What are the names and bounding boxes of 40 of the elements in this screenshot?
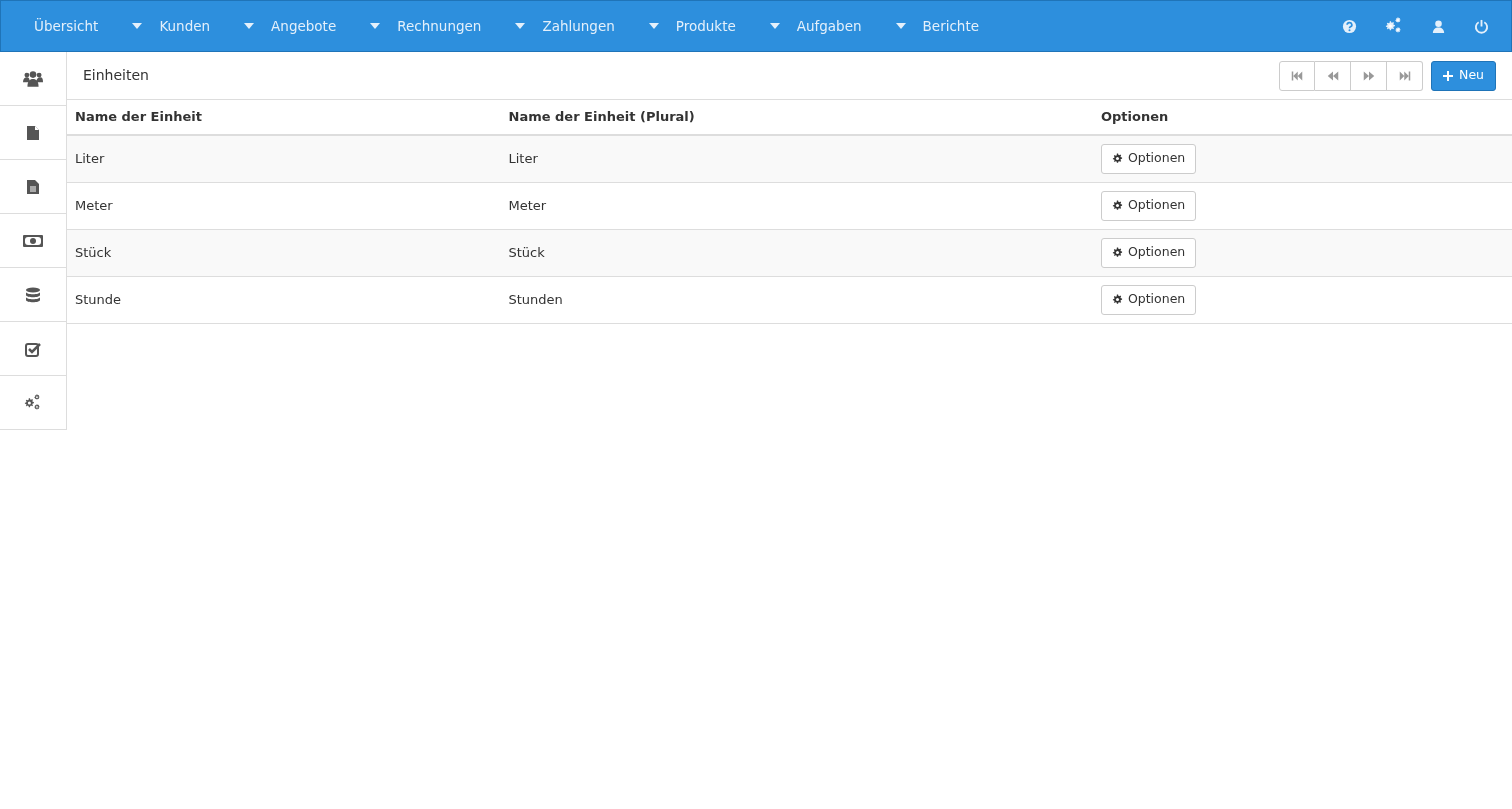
table-cell: Liter [500, 135, 1093, 182]
table-cell: Stunden [500, 276, 1093, 323]
table-cell: Stück [67, 229, 501, 276]
user-icon[interactable] [1431, 18, 1446, 34]
page-title: Einheiten [83, 66, 149, 85]
gear-icon [1111, 200, 1123, 211]
database-icon[interactable] [25, 286, 41, 303]
options-button[interactable]: Optionen [1100, 237, 1197, 268]
gear-icon [1111, 153, 1123, 165]
options-button[interactable]: Optionen [1100, 284, 1197, 315]
last-page-icon [1398, 69, 1411, 82]
nav-menu-link[interactable]: Rechnungen [353, 15, 499, 37]
nav-menu-link[interactable]: Kunden [115, 15, 228, 37]
file-icon[interactable] [25, 124, 41, 141]
next-page-icon [1362, 69, 1375, 82]
help-icon[interactable] [1342, 18, 1357, 34]
power-icon[interactable] [1474, 18, 1489, 34]
table-cell: Meter [500, 182, 1093, 229]
table-cell: Stunde [67, 276, 501, 323]
checkbox-icon[interactable] [25, 340, 41, 357]
first-page-icon [1291, 69, 1304, 82]
nav-menu-link[interactable]: Zahlungen [498, 15, 632, 37]
users-icon[interactable] [23, 68, 43, 89]
nav-menu-link[interactable]: Übersicht [17, 15, 116, 37]
nav-menu-link[interactable]: Aufgaben [752, 15, 879, 37]
nav-menu-link[interactable]: Produkte [631, 15, 753, 37]
previous-page-icon [1326, 69, 1339, 82]
nav-menu-link[interactable]: Berichte [878, 15, 996, 37]
gear-icon [1111, 247, 1123, 258]
settings-icon[interactable] [1385, 17, 1403, 35]
table-cell: Liter [67, 135, 501, 182]
nav-menu-link[interactable]: Angebote [227, 15, 354, 37]
table-cell: Stück [500, 229, 1093, 276]
table-cell: Meter [67, 182, 501, 229]
gear-icon [1111, 294, 1123, 305]
plus-icon [1443, 70, 1454, 81]
new-button[interactable]: Neu [1431, 60, 1496, 91]
options-button[interactable]: Optionen [1100, 143, 1197, 174]
options-button[interactable]: Optionen [1100, 190, 1197, 221]
settings-icon[interactable] [24, 393, 42, 412]
